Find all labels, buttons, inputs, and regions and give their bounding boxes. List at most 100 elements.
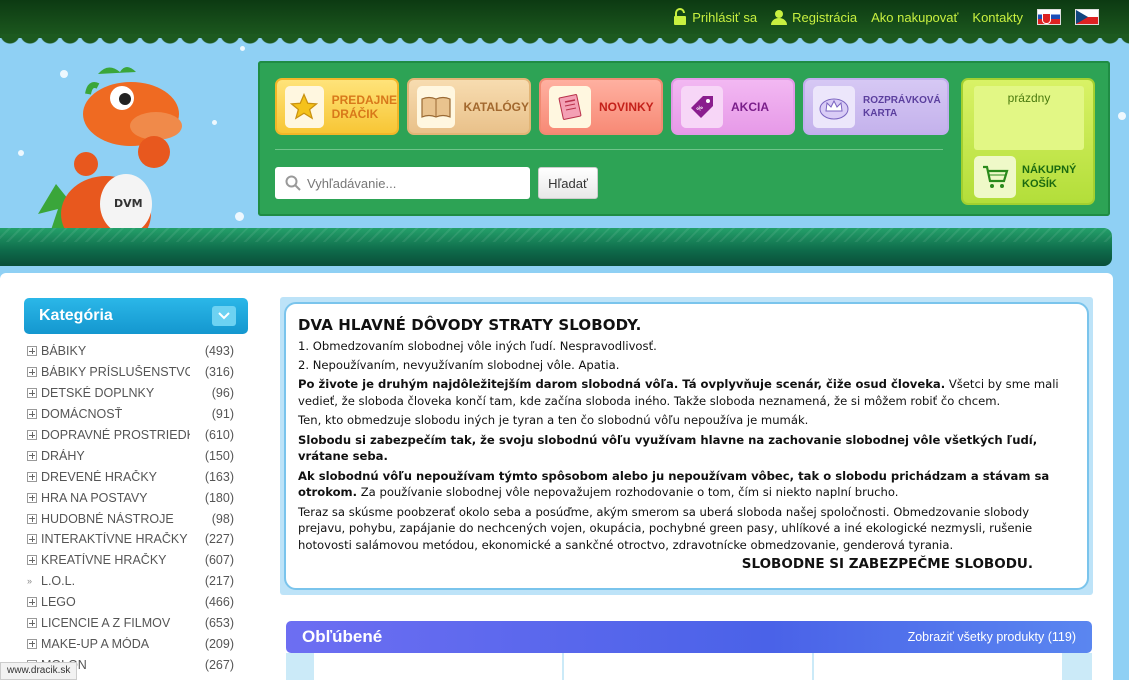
padlock-icon <box>674 8 687 25</box>
category-name: BÁBIKY PRÍSLUŠENSTVO <box>41 365 190 380</box>
category-count: (607) <box>204 553 234 568</box>
product-card[interactable] <box>564 653 812 680</box>
stores-label: PREDAJNE DRÁČIK <box>332 93 397 121</box>
register-link[interactable]: Registrácia <box>771 9 857 25</box>
plus-box-icon[interactable] <box>27 534 37 545</box>
plus-box-icon[interactable] <box>27 367 37 378</box>
category-count: (150) <box>204 448 234 463</box>
category-name: L.O.L. <box>41 574 76 589</box>
notice-point-1: 1. Obmedzovaním slobodnej vôle iných ľud… <box>298 339 657 353</box>
category-item[interactable]: KREATÍVNE HRAČKY (607) <box>24 550 234 571</box>
news-button[interactable]: NOVINKY <box>539 78 663 135</box>
cart-panel[interactable]: prázdny NÁKUPNÝ KOŠÍK <box>961 78 1095 205</box>
category-count: (98) <box>211 511 234 526</box>
notice-paragraph-1: Po živote je druhým najdôležitejším daro… <box>298 376 1077 409</box>
category-item[interactable]: INTERAKTÍVNE HRAČKY (227) <box>24 529 234 550</box>
category-count: (653) <box>204 616 234 631</box>
favorites-products <box>286 653 1092 680</box>
show-all-products-link[interactable]: Zobraziť všetky produkty (119) <box>908 630 1076 644</box>
product-card[interactable] <box>314 653 562 680</box>
category-item[interactable]: » L.O.L. (217) <box>24 571 234 592</box>
contacts-link[interactable]: Kontakty <box>972 10 1023 25</box>
sk-flag-icon[interactable] <box>1037 9 1061 25</box>
category-name: BÁBIKY <box>41 344 87 359</box>
snow-dot <box>235 212 244 221</box>
plus-box-icon[interactable] <box>27 555 37 566</box>
search-input[interactable] <box>307 175 517 191</box>
plus-box-icon[interactable] <box>27 450 37 461</box>
category-name: HRA NA POSTAVY <box>41 490 148 505</box>
notice-closing: SLOBODNE SI ZABEZPEČME SLOBODU. <box>741 556 1033 572</box>
category-item[interactable]: DRÁHY (150) <box>24 445 234 466</box>
plus-box-icon[interactable] <box>27 513 37 524</box>
plus-box-icon[interactable] <box>27 618 37 629</box>
fairytale-card-label: ROZPRÁVKOVÁ KARTA <box>863 94 941 120</box>
product-card[interactable] <box>814 653 1062 680</box>
plus-box-icon[interactable] <box>27 638 37 649</box>
plus-box-icon[interactable] <box>27 430 37 440</box>
plus-box-icon[interactable] <box>27 471 37 482</box>
favorites-title: Obľúbené <box>302 627 383 646</box>
sale-button[interactable]: % AKCIA <box>671 78 795 135</box>
book-icon <box>417 85 456 128</box>
news-label: NOVINKY <box>599 99 654 114</box>
favorites-bar: Obľúbené Zobraziť všetky produkty (119) <box>286 621 1092 653</box>
stores-button[interactable]: PREDAJNE DRÁČIK <box>275 78 399 135</box>
cart-label-line2: KOŠÍK <box>1022 178 1057 190</box>
plus-box-icon[interactable] <box>27 388 37 399</box>
catalogs-button[interactable]: KATALÓGY <box>407 78 531 135</box>
category-item[interactable]: DREVENÉ HRAČKY (163) <box>24 466 234 487</box>
notice-frame: DVA HLAVNÉ DÔVODY STRATY SLOBODY. 1. Obm… <box>280 297 1093 595</box>
user-icon <box>771 10 788 25</box>
dragon-mascot-logo[interactable]: DVM <box>36 64 196 254</box>
cart-label: NÁKUPNÝ KOŠÍK <box>1022 163 1076 191</box>
cart-button[interactable]: NÁKUPNÝ KOŠÍK <box>974 156 1076 198</box>
category-item[interactable]: MAKE-UP A MÓDA (209) <box>24 633 234 654</box>
cz-flag-icon[interactable] <box>1075 9 1099 25</box>
browser-status-url: www.dracik.sk <box>0 662 78 680</box>
category-name: MAKE-UP A MÓDA <box>41 636 150 651</box>
fairytale-card-label-line2: KARTA <box>863 107 898 119</box>
category-item[interactable]: LEGO (466) <box>24 592 234 613</box>
category-count: (316) <box>204 365 234 380</box>
arrow-right-icon[interactable]: » <box>27 576 37 586</box>
category-item[interactable]: HRA NA POSTAVY (180) <box>24 487 234 508</box>
plus-box-icon[interactable] <box>27 492 37 503</box>
category-item[interactable]: HUDOBNÉ NÁSTROJE (98) <box>24 508 234 529</box>
notice-paragraph-5: Teraz sa skúsme poobzerať okolo seba a p… <box>298 504 1033 552</box>
catalogs-label: KATALÓGY <box>463 99 529 114</box>
snow-dot <box>212 120 217 125</box>
search-button[interactable]: Hľadať <box>538 167 598 199</box>
category-item[interactable]: BÁBIKY PRÍSLUŠENSTVO (316) <box>24 362 234 383</box>
category-item[interactable]: DOMÁCNOSŤ (91) <box>24 404 234 425</box>
fairytale-card-button[interactable]: ROZPRÁVKOVÁ KARTA <box>803 78 949 135</box>
green-ribbon <box>0 228 1112 266</box>
plus-box-icon[interactable] <box>27 409 37 420</box>
chevron-down-icon[interactable] <box>212 306 236 326</box>
plus-box-icon[interactable] <box>27 346 37 357</box>
notice-paragraph-3: Slobodu si zabezpečím tak, že svoju slob… <box>298 432 1077 465</box>
category-name: DOPRAVNÉ PROSTRIEDKY <box>41 428 190 442</box>
plus-box-icon[interactable] <box>27 597 37 608</box>
category-item[interactable]: BÁBIKY (493) <box>24 341 234 362</box>
category-count: (466) <box>204 595 234 610</box>
notice-point-2: 2. Nepoužívaním, nevyužívaním slobodnej … <box>298 357 620 372</box>
login-link[interactable]: Prihlásiť sa <box>673 8 757 26</box>
category-item[interactable]: LICENCIE A Z FILMOV (653) <box>24 613 234 634</box>
category-count: (180) <box>204 490 234 505</box>
notice-paragraph-2: Ten, kto obmedzuje slobodu iných je tyra… <box>298 413 809 427</box>
sale-label: AKCIA <box>731 99 769 114</box>
category-header[interactable]: Kategória <box>24 298 248 334</box>
category-item[interactable]: DOPRAVNÉ PROSTRIEDKY (610) <box>24 425 234 446</box>
category-name: KREATÍVNE HRAČKY <box>41 553 167 568</box>
notice-paragraph-1-bold: Po živote je druhým najdôležitejším daro… <box>298 377 946 391</box>
how-to-buy-link[interactable]: Ako nakupovať <box>871 10 958 25</box>
category-name: DRÁHY <box>41 448 85 463</box>
category-item[interactable]: DETSKÉ DOPLNKY (96) <box>24 383 234 404</box>
search-box[interactable] <box>275 167 530 199</box>
snow-dot <box>1118 112 1126 120</box>
category-name: LICENCIE A Z FILMOV <box>41 616 171 631</box>
category-title: Kategória <box>39 307 113 324</box>
svg-text:DVM: DVM <box>114 197 143 210</box>
category-name: INTERAKTÍVNE HRAČKY <box>41 532 188 547</box>
